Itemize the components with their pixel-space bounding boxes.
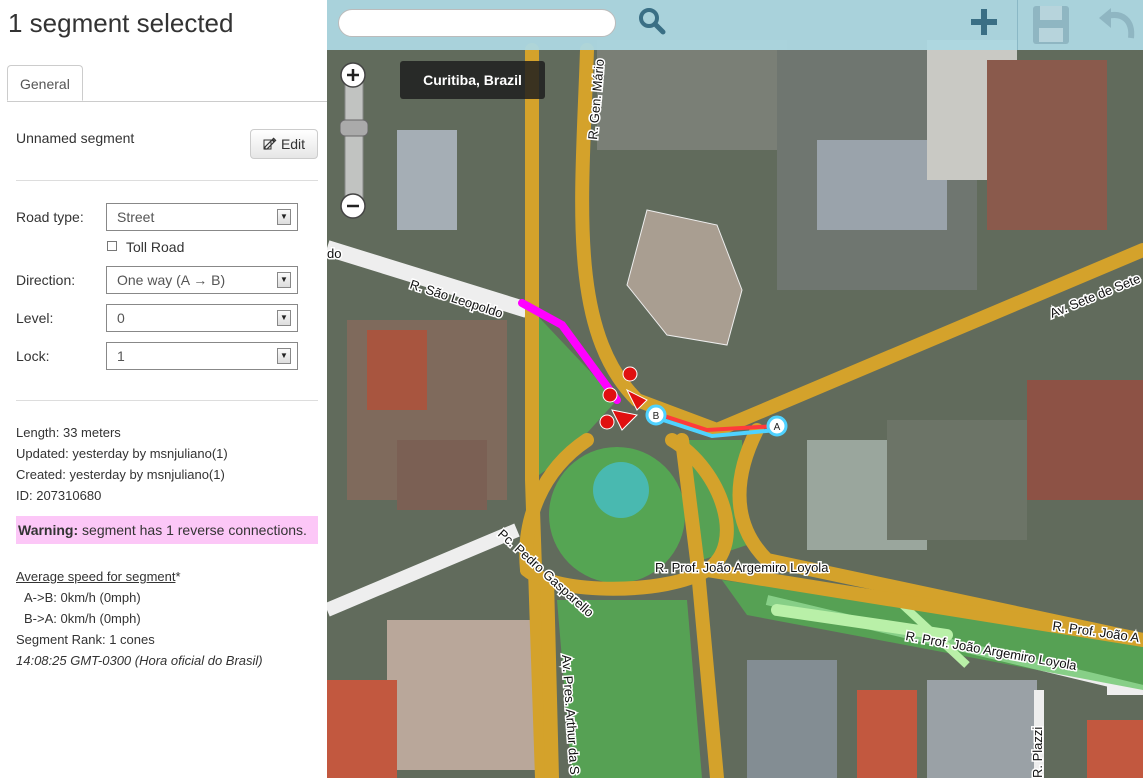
city-label: Curitiba, Brazil — [400, 61, 545, 99]
tab-general[interactable]: General — [7, 65, 83, 101]
map-canvas[interactable]: B A R. São Leopoldo R. Gen. Mário Av. Se… — [327, 0, 1143, 778]
direction-select[interactable]: One way (A → B) ▼ — [106, 266, 298, 294]
road-type-select[interactable]: Street ▼ — [106, 203, 298, 231]
segment-name: Unnamed segment — [16, 130, 135, 146]
street-label: do — [327, 246, 341, 261]
page-title: 1 segment selected — [8, 8, 234, 38]
segment-rank: Segment Rank: 1 cones — [16, 632, 155, 647]
speed-a-to-b: A->B: 0km/h (0mph) — [24, 590, 141, 605]
street-label: R. Prof. João Argemiro Loyola — [655, 560, 829, 575]
warning-prefix: Warning: — [18, 522, 79, 538]
segment-updated: Updated: yesterday by msnjuliano(1) — [16, 446, 228, 461]
lock-value: 1 — [117, 348, 125, 364]
search-icon[interactable] — [637, 6, 667, 36]
lock-select[interactable]: 1 ▼ — [106, 342, 298, 370]
divider — [16, 180, 318, 181]
zoom-control — [339, 62, 369, 220]
tab-bar: General — [7, 65, 327, 102]
direction-value: One way (A → B) — [117, 272, 226, 288]
undo-icon[interactable] — [1097, 6, 1137, 42]
road-type-label: Road type: — [16, 209, 84, 225]
edit-button-label: Edit — [280, 136, 306, 152]
road-type-value: Street — [117, 209, 155, 225]
chevron-down-icon: ▼ — [277, 209, 291, 225]
divider — [16, 400, 318, 401]
avg-speed-title: Average speed for segment* — [16, 569, 181, 584]
avg-speed-asterisk: * — [175, 569, 181, 584]
warning-text: segment has 1 reverse connections. — [78, 522, 307, 538]
avg-speed-link[interactable]: Average speed for segment — [16, 569, 175, 584]
level-select[interactable]: 0 ▼ — [106, 304, 298, 332]
save-icon[interactable] — [1031, 4, 1071, 46]
level-value: 0 — [117, 310, 125, 326]
plus-icon[interactable] — [967, 5, 1001, 39]
chevron-down-icon: ▼ — [277, 348, 291, 364]
level-label: Level: — [16, 310, 54, 326]
segment-length: Length: 33 meters — [16, 425, 121, 440]
zoom-slider-handle[interactable] — [339, 119, 369, 137]
speed-b-to-a: B->A: 0km/h (0mph) — [24, 611, 141, 626]
toolbar — [327, 0, 1143, 50]
chevron-down-icon: ▼ — [277, 310, 291, 326]
segment-id: ID: 207310680 — [16, 488, 102, 503]
lock-label: Lock: — [16, 348, 50, 364]
map-layer: B A R. São Leopoldo R. Gen. Mário Av. Se… — [327, 0, 1143, 778]
warning-banner: Warning: segment has 1 reverse connectio… — [16, 516, 318, 544]
toll-road-label: Toll Road — [126, 239, 185, 255]
street-label: R. Plazzi — [1030, 727, 1045, 778]
node-a-label: A — [774, 422, 781, 433]
chevron-down-icon: ▼ — [277, 272, 291, 288]
sidebar: 1 segment selected General Unnamed segme… — [0, 0, 327, 778]
pencil-icon — [263, 137, 277, 150]
edit-button[interactable]: Edit — [250, 129, 318, 159]
segment-created: Created: yesterday by msnjuliano(1) — [16, 467, 225, 482]
direction-label: Direction: — [16, 272, 76, 288]
toll-road-checkbox[interactable] — [107, 241, 117, 251]
node-b-label: B — [653, 411, 660, 422]
timestamp: 14:08:25 GMT-0300 (Hora oficial do Brasi… — [16, 653, 263, 668]
toolbar-divider — [1017, 0, 1018, 50]
search-input[interactable] — [338, 9, 616, 37]
